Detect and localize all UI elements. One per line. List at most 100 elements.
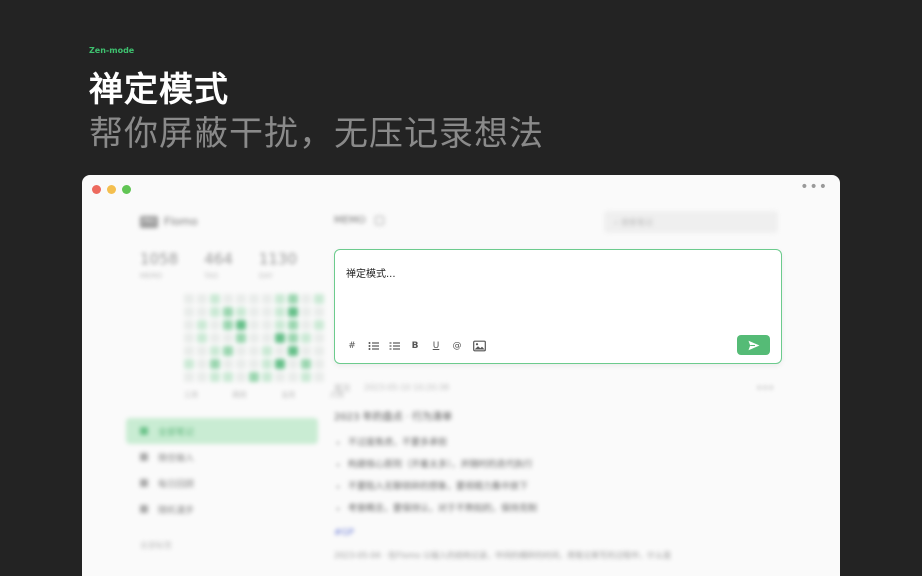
stat-number: 1130 <box>258 250 298 268</box>
sidebar-item-label: 微信输入 <box>158 453 195 464</box>
mention-button[interactable]: @ <box>452 340 462 352</box>
bullet-list-icon[interactable] <box>368 340 379 352</box>
hashtag-button[interactable]: # <box>347 340 357 352</box>
heatmap-cell <box>223 294 233 304</box>
memo-title: 2023 年的盘点 · 行为清单 <box>334 412 453 423</box>
stats: 1058 MEMO 464 TAG 1130 DAY <box>140 250 326 280</box>
heatmap-cell <box>236 320 246 330</box>
heatmap-cell <box>249 307 259 317</box>
heatmap-cell <box>275 346 285 356</box>
heatmap-cell <box>223 346 233 356</box>
heatmap-cell <box>275 320 285 330</box>
heatmap-cell <box>262 372 272 382</box>
list-item: 不过度焦虑，不要多承担 <box>348 435 782 448</box>
numbered-list-icon[interactable] <box>389 340 400 352</box>
heatmap-cell <box>236 307 246 317</box>
month-label: 三月 <box>184 391 198 399</box>
memo-list: 不过度焦虑，不要多承担 构建核心原则（开着太多），并随时的迭代执行 不要陷入无聊… <box>348 435 782 514</box>
memo-footer: 2023-05-04 · 在Flomo 以输入的结构记录，中间的细碎的时间，用笔… <box>334 551 672 560</box>
sidebar-item-daily-review[interactable]: 每日回顾 <box>126 470 326 496</box>
stat-number: 1058 <box>140 250 179 268</box>
heatmap-cell <box>314 294 324 304</box>
heatmap-cell <box>210 346 220 356</box>
stat-label: TAG <box>204 272 219 280</box>
heatmap-cell <box>301 359 311 369</box>
heatmap-cell <box>288 372 298 382</box>
memo-pin-label: 置顶 <box>334 384 350 393</box>
heatmap-cell <box>301 346 311 356</box>
sidebar-item-all-memos[interactable]: 全部笔记 <box>126 418 318 444</box>
memo-meta: 置顶 2023-05-10 10:20:38 <box>334 383 782 394</box>
heatmap-cell <box>236 359 246 369</box>
send-button[interactable] <box>737 335 770 355</box>
heatmap-cell <box>184 294 194 304</box>
hero-subtitle: 帮你屏蔽干扰，无压记录想法 <box>89 114 544 154</box>
memo-tag[interactable]: #GP <box>334 528 782 538</box>
play-icon <box>140 479 148 487</box>
stat-tag: 464 TAG <box>204 250 233 280</box>
grid-icon <box>140 427 148 435</box>
heatmap-cell <box>262 359 272 369</box>
heatmap-cell <box>223 359 233 369</box>
heatmap-cell <box>249 346 259 356</box>
heatmap-cell <box>210 294 220 304</box>
heatmap-months: 三月 四月 五月 六月 <box>184 390 344 400</box>
list-item: 考察概念，要保持认，对于不熟知的，保持克制 <box>348 501 782 514</box>
heatmap-cell <box>301 372 311 382</box>
heatmap-cell <box>210 307 220 317</box>
sync-icon[interactable] <box>375 216 385 225</box>
heatmap-cell <box>314 307 324 317</box>
heatmap-cell <box>314 372 324 382</box>
sidebar-item-random-walk[interactable]: 随机漫步 <box>126 496 326 522</box>
stat-memo: 1058 MEMO <box>140 250 178 280</box>
search-input[interactable]: ⌕ 搜索笔记 <box>604 211 778 233</box>
heatmap-cell <box>288 307 298 317</box>
stat-label: DAY <box>258 272 273 280</box>
heatmap-cell <box>197 359 207 369</box>
bold-button[interactable]: B <box>410 340 420 352</box>
heatmap-cell <box>275 372 285 382</box>
heatmap-cell <box>301 307 311 317</box>
heatmap-cell <box>288 294 298 304</box>
list-item: 构建核心原则（开着太多），并随时的迭代执行 <box>348 457 782 470</box>
blurred-background: PRO Flomo 1058 MEMO 464 TAG 1130 DAY 三月 … <box>82 175 840 576</box>
sidebar-item-wechat[interactable]: 微信输入 <box>126 444 326 470</box>
memo-editor[interactable]: 禅定模式... # B U @ <box>334 249 782 364</box>
sidebar-item-label: 随机漫步 <box>158 505 195 516</box>
heatmap-cell <box>314 346 324 356</box>
heatmap-cell <box>210 359 220 369</box>
heatmap-cell <box>197 372 207 382</box>
underline-button[interactable]: U <box>431 340 441 352</box>
list-item: 不要陷入无聊琐碎的想象，要将精力集中放下 <box>348 479 782 492</box>
heatmap-cell <box>197 333 207 343</box>
memo-more-icon[interactable]: ••• <box>756 383 774 394</box>
heatmap-cell <box>210 372 220 382</box>
heatmap-cell <box>184 320 194 330</box>
stat-number: 464 <box>204 250 233 268</box>
heatmap-cell <box>314 333 324 343</box>
heatmap-cell <box>223 333 233 343</box>
heatmap-cell <box>223 307 233 317</box>
heatmap-cell <box>262 294 272 304</box>
heatmap-cell <box>275 333 285 343</box>
editor-text[interactable]: 禅定模式... <box>346 265 396 280</box>
heatmap-cell <box>184 372 194 382</box>
heatmap-cell <box>210 320 220 330</box>
heatmap-cell <box>314 320 324 330</box>
app-window: ••• PRO Flomo 1058 MEMO 464 TAG 1130 DAY <box>82 175 840 576</box>
heatmap-cell <box>275 359 285 369</box>
heatmap-cell <box>197 307 207 317</box>
image-icon[interactable] <box>473 340 486 352</box>
editor-toolbar: # B U @ <box>347 340 486 352</box>
month-label: 四月 <box>232 391 247 399</box>
heatmap-cell <box>288 346 298 356</box>
heatmap-cell <box>275 307 285 317</box>
heatmap-cell <box>301 333 311 343</box>
heatmap-cell <box>210 333 220 343</box>
heatmap-cell <box>184 333 194 343</box>
heatmap-cell <box>275 294 285 304</box>
heatmap-cell <box>262 307 272 317</box>
heatmap-cell <box>262 333 272 343</box>
shuffle-icon <box>140 505 148 513</box>
sidebar-item-label: 每日回顾 <box>158 479 195 490</box>
